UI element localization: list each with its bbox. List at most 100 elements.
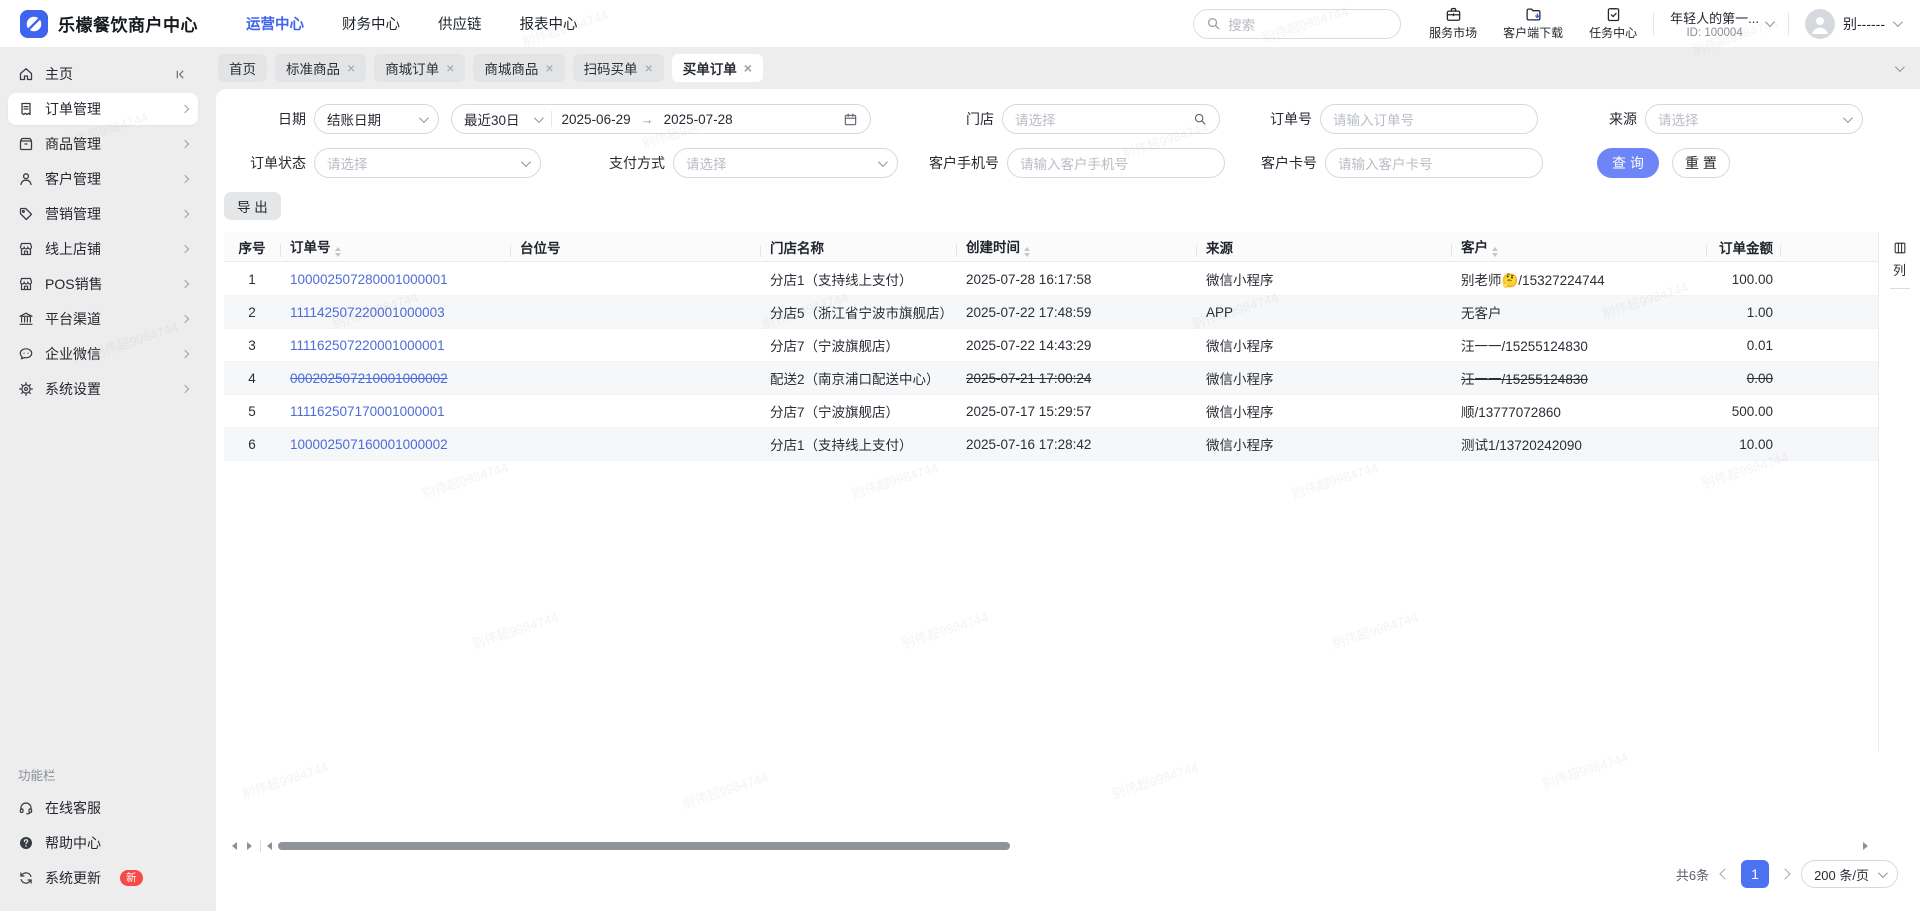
order-link[interactable]: 100002507280001000001	[290, 272, 448, 287]
sidebar-item-label: 线上店铺	[45, 241, 101, 257]
col-customer[interactable]: 客户	[1451, 236, 1706, 257]
table-row: 6 100002507160001000002 分店1（支持线上支付） 2025…	[224, 428, 1878, 461]
account-switcher[interactable]: 年轻人的第一... ID: 100004	[1670, 8, 1775, 39]
sidebar-item-settings[interactable]: 系统设置	[8, 373, 198, 405]
store-select[interactable]: 请选择	[1002, 104, 1220, 134]
close-icon[interactable]	[744, 61, 752, 75]
nav-supply-chain[interactable]: 供应链	[438, 13, 482, 34]
search-button[interactable]: 查 询	[1597, 148, 1659, 178]
page-size-select[interactable]: 200 条/页	[1801, 860, 1898, 888]
chevron-down-icon	[1842, 112, 1853, 123]
order-icon	[18, 101, 34, 117]
sidebar-item-online-service[interactable]: 在线客服	[8, 792, 198, 824]
tabs-more-button[interactable]	[1886, 56, 1910, 80]
tab-mall-goods[interactable]: 商城商品	[473, 54, 565, 82]
order-link[interactable]: 000202507210001000002	[290, 371, 448, 386]
sidebar-item-orders[interactable]: 订单管理	[8, 93, 198, 125]
calendar-icon	[843, 112, 858, 127]
date-end-value[interactable]: 2025-07-28	[664, 112, 733, 127]
sidebar-item-goods[interactable]: 商品管理	[8, 128, 198, 160]
prev-page-icon[interactable]	[1719, 868, 1731, 880]
tab-pay-orders[interactable]: 买单订单	[671, 54, 763, 82]
pagination: 共6条 1 200 条/页	[1676, 859, 1898, 889]
sidebar-item-marketing[interactable]: 营销管理	[8, 198, 198, 230]
reset-button[interactable]: 重 置	[1672, 148, 1730, 178]
scroll-right-icon[interactable]	[247, 842, 252, 850]
order-status-label: 订单状态	[250, 155, 306, 171]
customer-card-input[interactable]: 请输入客户卡号	[1325, 148, 1543, 178]
sidebar-item-wecom[interactable]: 企业微信	[8, 338, 198, 370]
sort-icon[interactable]	[334, 247, 341, 257]
sort-icon[interactable]	[1024, 247, 1030, 257]
sidebar-item-customers[interactable]: 客户管理	[8, 163, 198, 195]
scrollbar-thumb[interactable]	[278, 842, 1010, 850]
quick-links: 服务市场 客户端下载 任务中心	[1429, 6, 1637, 41]
sidebar-item-label: 平台渠道	[45, 311, 101, 327]
sidebar-item-home[interactable]: 主页	[8, 58, 198, 90]
column-settings-label[interactable]: 列	[1893, 260, 1906, 279]
nav-operations[interactable]: 运营中心	[246, 13, 304, 34]
next-page-icon[interactable]	[1779, 868, 1791, 880]
app-window: 乐檬餐饮商户中心 运营中心 财务中心 供应链 报表中心 搜索 服务市场 客户端下…	[0, 0, 1920, 911]
scroll-right-icon[interactable]	[1863, 842, 1874, 850]
table-row: 5 111162507170001000001 分店7（宁波旗舰店） 2025-…	[224, 395, 1878, 428]
page-number-button[interactable]: 1	[1741, 860, 1770, 888]
sidebar-item-label: 商品管理	[45, 136, 101, 152]
order-link[interactable]: 100002507160001000002	[290, 437, 448, 452]
close-icon[interactable]	[545, 61, 553, 75]
user-menu[interactable]: 别------	[1805, 8, 1903, 39]
divider	[1788, 12, 1790, 35]
tab-mall-orders[interactable]: 商城订单	[374, 54, 466, 82]
sidebar-item-system-update[interactable]: 系统更新 新	[8, 862, 198, 894]
tab-home[interactable]: 首页	[218, 54, 267, 82]
chevron-down-icon	[533, 112, 544, 123]
sidebar-item-pos-sales[interactable]: POS销售	[8, 268, 198, 300]
order-no-label: 订单号	[1270, 111, 1312, 127]
pay-method-select[interactable]: 请选择	[673, 148, 898, 178]
sidebar-item-platform-channels[interactable]: 平台渠道	[8, 303, 198, 335]
date-start-value[interactable]: 2025-06-29	[562, 112, 631, 127]
service-market-link[interactable]: 服务市场	[1429, 6, 1477, 41]
date-range-control[interactable]: 最近30日 2025-06-29 → 2025-07-28	[451, 104, 871, 134]
export-button[interactable]: 导 出	[224, 192, 281, 220]
close-icon[interactable]	[645, 61, 653, 75]
close-icon[interactable]	[446, 61, 454, 75]
sidebar-footer: 功能栏 在线客服 帮助中心 系统更新 新	[0, 765, 206, 897]
column-grid-icon[interactable]	[1893, 241, 1907, 255]
col-created-time[interactable]: 创建时间	[956, 236, 1196, 257]
nav-reports[interactable]: 报表中心	[520, 13, 578, 34]
chevron-down-icon	[1764, 17, 1775, 28]
sidebar-item-label: 主页	[45, 66, 73, 82]
scrollbar-track[interactable]	[272, 842, 1863, 851]
chevron-right-icon	[180, 139, 190, 149]
sidebar-item-label: 客户管理	[45, 171, 101, 187]
tab-standard-goods[interactable]: 标准商品	[275, 54, 367, 82]
sort-icon[interactable]	[1492, 247, 1498, 257]
date-type-select[interactable]: 结账日期	[314, 104, 439, 134]
col-order-no[interactable]: 订单号	[280, 236, 510, 257]
task-center-link[interactable]: 任务中心	[1589, 6, 1637, 41]
scroll-left-icon[interactable]	[232, 842, 237, 850]
customer-phone-label: 客户手机号	[929, 155, 999, 171]
sidebar-item-online-store[interactable]: 线上店铺	[8, 233, 198, 265]
main-panel: 日期 结账日期 最近30日 2025-06-29 → 2025-07-28 门店…	[216, 89, 1920, 911]
order-no-input[interactable]: 请输入订单号	[1320, 104, 1538, 134]
sidebar-item-help-center[interactable]: 帮助中心	[8, 827, 198, 859]
client-download-link[interactable]: 客户端下载	[1503, 6, 1563, 41]
tab-scan-pay[interactable]: 扫码买单	[572, 54, 664, 82]
sidebar-item-label: 系统更新	[45, 870, 101, 886]
table-row: 3 111162507220001000001 分店7（宁波旗舰店） 2025-…	[224, 329, 1878, 362]
order-status-select[interactable]: 请选择	[314, 148, 541, 178]
global-search-input[interactable]: 搜索	[1193, 8, 1402, 39]
store-icon	[18, 276, 34, 292]
source-select[interactable]: 请选择	[1645, 104, 1863, 134]
nav-finance[interactable]: 财务中心	[342, 13, 400, 34]
sidebar-collapse-icon[interactable]	[173, 67, 188, 82]
order-link[interactable]: 111142507220001000003	[290, 305, 445, 320]
close-icon[interactable]	[347, 61, 355, 75]
chevron-down-icon	[418, 112, 429, 123]
customer-phone-input[interactable]: 请输入客户手机号	[1007, 148, 1225, 178]
chevron-right-icon	[180, 279, 190, 289]
order-link[interactable]: 111162507220001000001	[290, 338, 445, 353]
order-link[interactable]: 111162507170001000001	[290, 404, 445, 419]
